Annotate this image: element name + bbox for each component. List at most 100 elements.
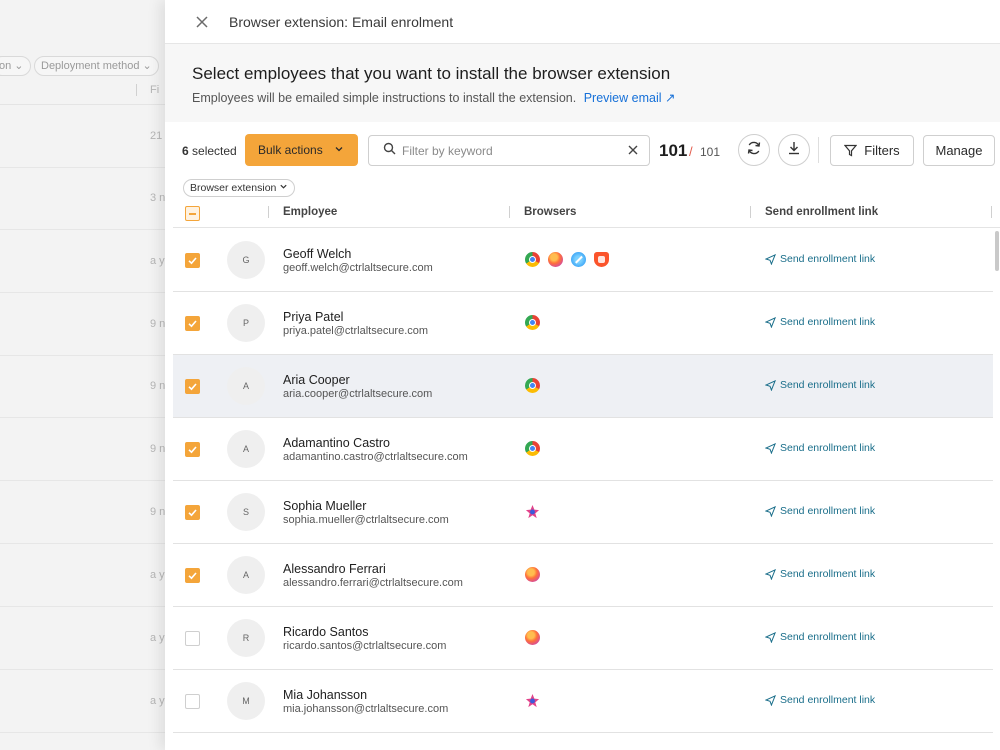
- send-enrollment-link[interactable]: Send enrollment link: [765, 442, 875, 454]
- shown-count: 101: [659, 141, 688, 160]
- table-scrollbar[interactable]: [994, 229, 1000, 750]
- bg-column-header: Fi: [150, 84, 160, 96]
- employee-name: Aria Cooper: [283, 373, 350, 387]
- preview-email-link[interactable]: Preview email ↗: [584, 91, 676, 105]
- selected-count-label: selected: [192, 144, 237, 158]
- download-button[interactable]: [778, 134, 810, 166]
- browser-icons: [525, 315, 540, 330]
- send-enrollment-link[interactable]: Send enrollment link: [765, 316, 875, 328]
- avatar: M: [227, 682, 265, 720]
- row-checkbox[interactable]: [185, 442, 200, 457]
- select-all-checkbox[interactable]: [185, 206, 200, 221]
- avatar: S: [227, 493, 265, 531]
- table-row[interactable]: A Alessandro Ferrari alessandro.ferrari@ct…: [173, 544, 993, 607]
- chrome-browser-icon: [525, 252, 540, 267]
- arc-browser-icon: [525, 693, 540, 708]
- avatar: R: [227, 619, 265, 657]
- search-box: [368, 135, 650, 166]
- send-enrollment-link[interactable]: Send enrollment link: [765, 694, 875, 706]
- employee-name: Ricardo Santos: [283, 625, 369, 639]
- column-header-browsers[interactable]: Browsers: [524, 206, 576, 218]
- bg-row-text: 9 n: [150, 318, 166, 330]
- send-icon: [765, 316, 776, 328]
- safari-browser-icon: [571, 252, 586, 267]
- selected-count-number: 6: [182, 144, 189, 158]
- row-checkbox[interactable]: [185, 379, 200, 394]
- refresh-button[interactable]: [738, 134, 770, 166]
- table-row[interactable]: P Priya Patel priya.patel@ctrlaltsecure.co…: [173, 292, 993, 355]
- arc-browser-icon: [525, 504, 540, 519]
- send-icon: [765, 442, 776, 454]
- browser-icons: [525, 630, 540, 645]
- table-row[interactable]: M Mia Johansson mia.johansson@ctrlaltsecur…: [173, 670, 993, 733]
- bulk-actions-label: Bulk actions: [258, 143, 323, 157]
- intro-subtext-text: Employees will be emailed simple instruc…: [192, 91, 577, 105]
- bg-row-text: 3 n: [150, 192, 166, 204]
- browser-icons: [525, 504, 540, 519]
- avatar: A: [227, 430, 265, 468]
- send-enrollment-link[interactable]: Send enrollment link: [765, 253, 875, 265]
- column-header-employee[interactable]: Employee: [283, 206, 337, 218]
- count-separator: /: [689, 144, 693, 159]
- close-icon[interactable]: [193, 13, 211, 31]
- table-row[interactable]: S Sophia Mueller sophia.mueller@ctrlaltsec…: [173, 481, 993, 544]
- row-checkbox[interactable]: [185, 631, 200, 646]
- column-header-send-link[interactable]: Send enrollment link: [765, 206, 878, 218]
- scrollbar-thumb[interactable]: [995, 231, 999, 271]
- employee-email: geoff.welch@ctrlaltsecure.com: [283, 262, 433, 274]
- chrome-browser-icon: [525, 441, 540, 456]
- table-row[interactable]: R Ricardo Santos ricardo.santos@ctrlaltsec…: [173, 607, 993, 670]
- bulk-actions-button[interactable]: Bulk actions: [245, 134, 358, 166]
- employee-name: Alessandro Ferrari: [283, 562, 386, 576]
- row-checkbox[interactable]: [185, 253, 200, 268]
- employee-email: adamantino.castro@ctrlaltsecure.com: [283, 451, 468, 463]
- send-enrollment-link[interactable]: Send enrollment link: [765, 568, 875, 580]
- firefox-browser-icon: [548, 252, 563, 267]
- clear-icon[interactable]: [627, 143, 639, 161]
- browser-icons: [525, 693, 540, 708]
- employee-name: Mia Johansson: [283, 688, 368, 702]
- table-row[interactable]: A Adamantino Castro adamantino.castro@ctrl…: [173, 418, 993, 481]
- bg-row-text: a y: [150, 569, 165, 581]
- table-row[interactable]: A Aria Cooper aria.cooper@ctrlaltsecure.co…: [173, 355, 993, 418]
- send-icon: [765, 505, 776, 517]
- send-enrollment-label: Send enrollment link: [780, 253, 876, 265]
- send-enrollment-link[interactable]: Send enrollment link: [765, 379, 875, 391]
- send-icon: [765, 694, 776, 706]
- send-enrollment-label: Send enrollment link: [780, 379, 876, 391]
- bg-filter-chip: on ⌄: [0, 56, 31, 76]
- employee-email: aria.cooper@ctrlaltsecure.com: [283, 388, 433, 400]
- intro-heading: Select employees that you want to instal…: [192, 64, 671, 83]
- avatar: A: [227, 556, 265, 594]
- employee-table-body: G Geoff Welch geoff.welch@ctrlaltsecure.co…: [173, 229, 993, 733]
- bg-column-divider: [136, 84, 137, 96]
- table-row[interactable]: G Geoff Welch geoff.welch@ctrlaltsecure.co…: [173, 229, 993, 292]
- send-enrollment-label: Send enrollment link: [780, 505, 876, 517]
- browser-icons: [525, 567, 540, 582]
- avatar: P: [227, 304, 265, 342]
- row-checkbox[interactable]: [185, 694, 200, 709]
- send-icon: [765, 631, 776, 643]
- toolbar: 6 selected Bulk actions 101 / 101: [165, 134, 1000, 168]
- chrome-browser-icon: [525, 378, 540, 393]
- bg-row-text: 9 n: [150, 506, 166, 518]
- selected-count: 6 selected: [182, 144, 237, 158]
- row-checkbox[interactable]: [185, 568, 200, 583]
- send-icon: [765, 568, 776, 580]
- send-enrollment-label: Send enrollment link: [780, 316, 876, 328]
- avatar: G: [227, 241, 265, 279]
- browser-extension-filter-chip[interactable]: Browser extension: [183, 179, 296, 197]
- bg-row-text: 9 n: [150, 443, 166, 455]
- manage-button[interactable]: Manage: [923, 135, 995, 166]
- employee-email: sophia.mueller@ctrlaltsecure.com: [283, 514, 449, 526]
- row-checkbox[interactable]: [185, 505, 200, 520]
- intro-subtext: Employees will be emailed simple instruc…: [192, 90, 1000, 105]
- row-checkbox[interactable]: [185, 316, 200, 331]
- browser-icons: [525, 441, 540, 456]
- send-enrollment-link[interactable]: Send enrollment link: [765, 631, 875, 643]
- filters-button[interactable]: Filters: [830, 135, 914, 166]
- bg-row-text: a y: [150, 695, 165, 707]
- search-input[interactable]: [402, 143, 612, 158]
- bg-row-text: 9 n: [150, 380, 166, 392]
- send-enrollment-link[interactable]: Send enrollment link: [765, 505, 875, 517]
